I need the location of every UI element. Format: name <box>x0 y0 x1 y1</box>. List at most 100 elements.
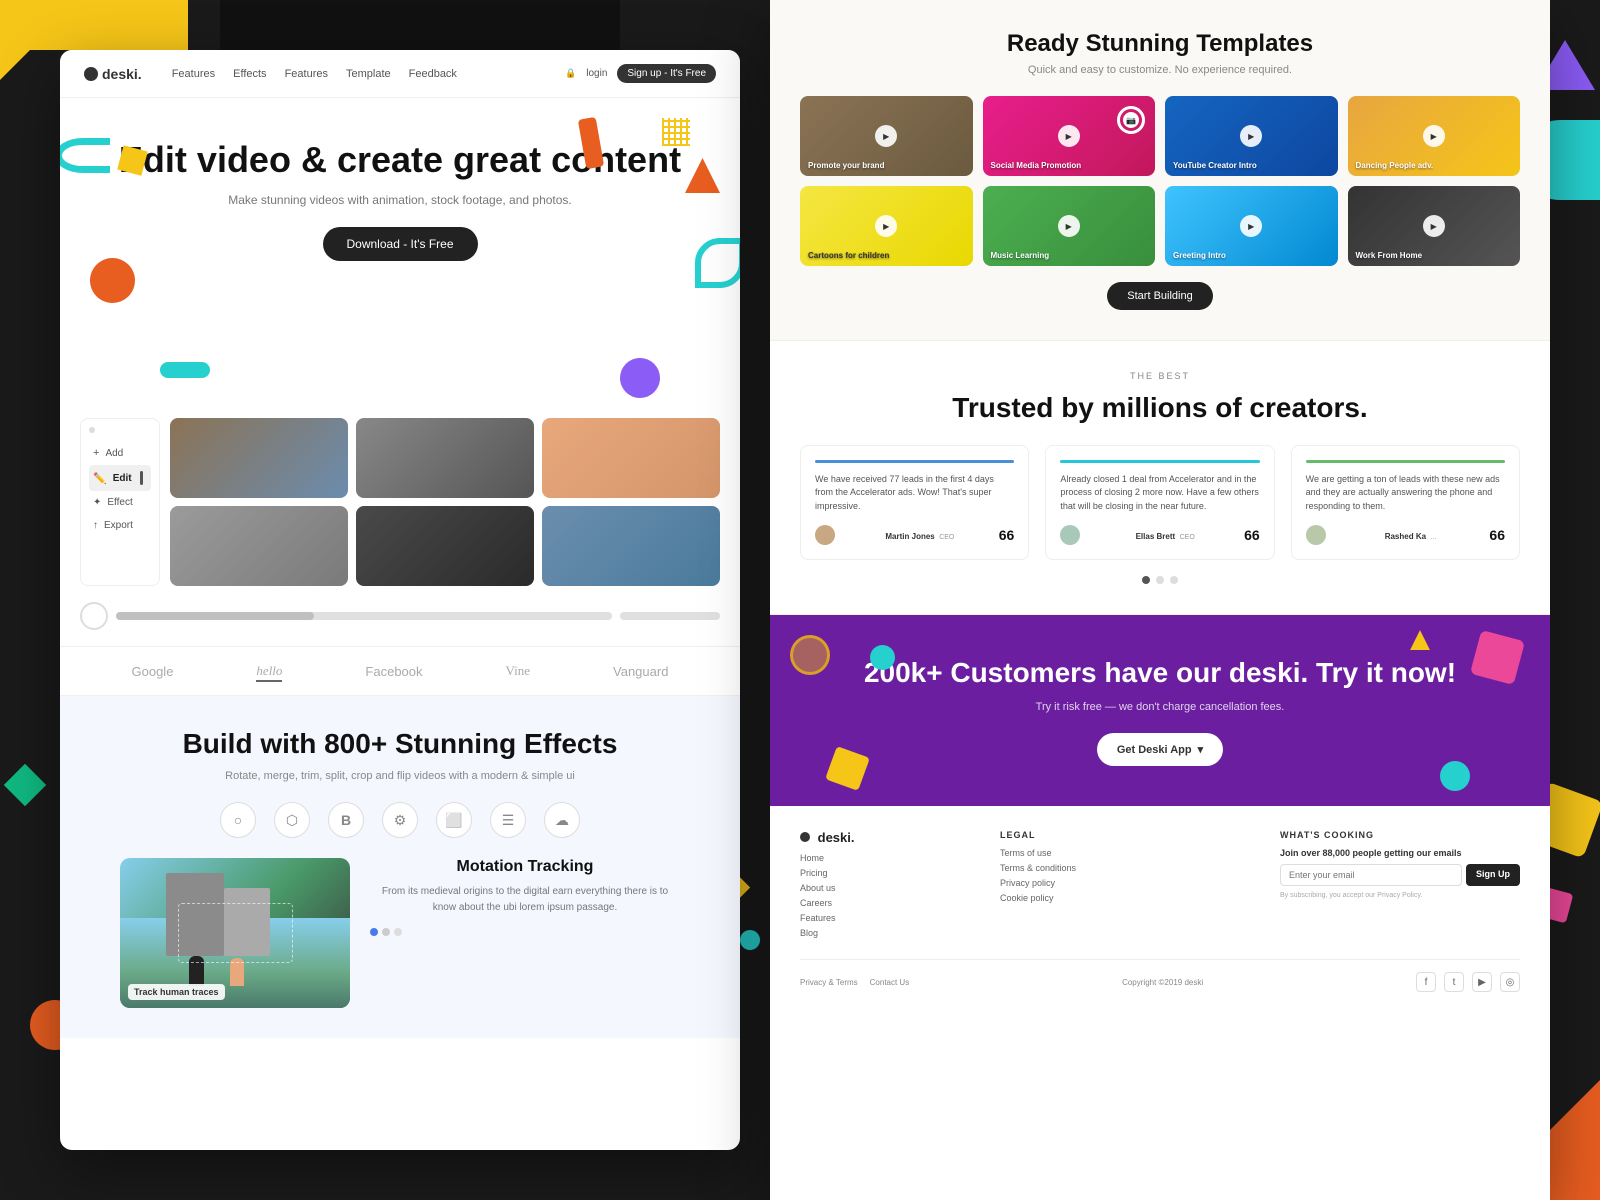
thumb-6[interactable] <box>542 506 720 586</box>
test-score-1: 66 <box>999 527 1015 543</box>
newsletter-input[interactable] <box>1280 864 1462 886</box>
hero-deco-purple <box>620 358 660 398</box>
nav-template[interactable]: Template <box>346 68 391 80</box>
footer-privacy-terms[interactable]: Privacy & Terms <box>800 978 858 987</box>
progress-fill-1 <box>116 612 314 620</box>
nav-features2[interactable]: Features <box>285 68 328 80</box>
dot-1[interactable] <box>370 928 378 936</box>
test-bar-3 <box>1306 460 1505 463</box>
template-3[interactable]: ▶ YouTube Creator Intro <box>1165 96 1338 176</box>
dot-3[interactable] <box>394 928 402 936</box>
thumb-1[interactable] <box>170 418 348 498</box>
social-yt[interactable]: ▶ <box>1472 972 1492 992</box>
social-fb[interactable]: f <box>1416 972 1436 992</box>
effect-icon-5[interactable]: ⬜ <box>436 802 472 838</box>
test-suffix-1: CEO <box>939 534 954 541</box>
nav-features[interactable]: Features <box>172 68 215 80</box>
template-2[interactable]: 📷 ▶ Social Media Promotion <box>983 96 1156 176</box>
template-6[interactable]: ▶ Music Learning <box>983 186 1156 266</box>
brand-google: Google <box>132 664 174 679</box>
template-5[interactable]: ▶ Cartoons for children <box>800 186 973 266</box>
editor-canvas <box>170 418 720 586</box>
template-4[interactable]: ▶ Dancing People adv. <box>1348 96 1521 176</box>
footer-contact[interactable]: Contact Us <box>870 978 910 987</box>
footer-terms-cond[interactable]: Terms & conditions <box>1000 863 1120 873</box>
template-1[interactable]: ▶ Promote your brand <box>800 96 973 176</box>
footer-grid: deski. Home Pricing About us Careers Fea… <box>800 830 1520 943</box>
footer-cookie[interactable]: Cookie policy <box>1000 893 1120 903</box>
play-btn-4[interactable]: ▶ <box>1423 125 1445 147</box>
nav-effects[interactable]: Effects <box>233 68 266 80</box>
play-btn-1[interactable]: ▶ <box>875 125 897 147</box>
cta-deco-5 <box>1440 761 1470 791</box>
sidebar-export[interactable]: ↑ Export <box>89 514 151 537</box>
progress-area <box>80 602 720 630</box>
page-dot-3[interactable] <box>1170 576 1178 584</box>
footer-blog[interactable]: Blog <box>800 928 980 938</box>
progress-circle <box>80 602 108 630</box>
footer-privacy[interactable]: Privacy policy <box>1000 878 1120 888</box>
test-footer-2: Ellas Brett CEO 66 <box>1060 525 1259 545</box>
test-name-1: Martin Jones <box>885 532 934 541</box>
play-btn-7[interactable]: ▶ <box>1240 215 1262 237</box>
footer-home[interactable]: Home <box>800 853 980 863</box>
right-panel: Ready Stunning Templates Quick and easy … <box>770 0 1550 1200</box>
footer-features[interactable]: Features <box>800 913 980 923</box>
sidebar-add[interactable]: + Add <box>89 441 151 465</box>
nav-feedback[interactable]: Feedback <box>409 68 457 80</box>
thumb-2[interactable] <box>356 418 534 498</box>
template-7[interactable]: ▶ Greeting Intro <box>1165 186 1338 266</box>
logo-text: deski. <box>102 66 142 82</box>
template-8[interactable]: ▶ Work From Home <box>1348 186 1521 266</box>
cta-btn[interactable]: Get Deski App ▾ <box>1097 733 1223 766</box>
motion-pagination <box>370 928 680 936</box>
play-btn-3[interactable]: ▶ <box>1240 125 1262 147</box>
social-tw[interactable]: t <box>1444 972 1464 992</box>
tc-label-7: Greeting Intro <box>1173 251 1226 260</box>
hero-cta-btn[interactable]: Download - It's Free <box>323 227 478 261</box>
footer-terms-use[interactable]: Terms of use <box>1000 848 1120 858</box>
templates-start-btn[interactable]: Start Building <box>1107 282 1212 310</box>
footer-careers[interactable]: Careers <box>800 898 980 908</box>
tc-label-3: YouTube Creator Intro <box>1173 161 1257 170</box>
newsletter-submit-btn[interactable]: Sign Up <box>1466 864 1520 886</box>
sidebar-effect[interactable]: ✦ Effect <box>89 491 151 514</box>
effect-icon-2[interactable]: ⬡ <box>274 802 310 838</box>
play-btn-6[interactable]: ▶ <box>1058 215 1080 237</box>
nav-right: 🔒 login Sign up - It's Free <box>565 64 716 83</box>
thumb-5[interactable] <box>356 506 534 586</box>
page-dot-1[interactable] <box>1142 576 1150 584</box>
test-score-3: 66 <box>1489 527 1505 543</box>
dot-2[interactable] <box>382 928 390 936</box>
motion-text: Motation Tracking From its medieval orig… <box>370 858 680 1008</box>
thumb-4[interactable] <box>170 506 348 586</box>
editor-mockup: + Add ✏️ Edit ✦ Effect ↑ Export <box>80 418 720 586</box>
test-name-3: Rashed Ka <box>1385 532 1426 541</box>
trusted-title: Trusted by millions of creators. <box>800 391 1520 425</box>
effect-icon-7[interactable]: ☁ <box>544 802 580 838</box>
cta-deco-2 <box>825 747 870 792</box>
effect-icon-1[interactable]: ○ <box>220 802 256 838</box>
effect-icon-3[interactable]: B <box>328 802 364 838</box>
hero-deco-teal2 <box>695 238 740 288</box>
progress-bar-1 <box>116 612 612 620</box>
motion-section: Track human traces Motation Tracking Fro… <box>90 858 710 1008</box>
cta-section: 200k+ Customers have our deski. Try it n… <box>770 615 1550 806</box>
effect-icon-6[interactable]: ☰ <box>490 802 526 838</box>
footer-col-empty <box>1140 830 1260 943</box>
play-btn-8[interactable]: ▶ <box>1423 215 1445 237</box>
play-btn-5[interactable]: ▶ <box>875 215 897 237</box>
footer-col-brand: deski. Home Pricing About us Careers Fea… <box>800 830 980 943</box>
thumb-3[interactable] <box>542 418 720 498</box>
footer-pricing[interactable]: Pricing <box>800 868 980 878</box>
play-btn-2[interactable]: ▶ <box>1058 125 1080 147</box>
sidebar-edit[interactable]: ✏️ Edit <box>89 465 151 491</box>
nav-signup-btn[interactable]: Sign up - It's Free <box>617 64 716 83</box>
cta-deco-6 <box>1410 630 1430 650</box>
nav-login[interactable]: login <box>586 68 607 79</box>
effect-icon-4[interactable]: ⚙ <box>382 802 418 838</box>
page-dot-2[interactable] <box>1156 576 1164 584</box>
footer-about[interactable]: About us <box>800 883 980 893</box>
editor-sidebar: + Add ✏️ Edit ✦ Effect ↑ Export <box>80 418 160 586</box>
social-ig[interactable]: ◎ <box>1500 972 1520 992</box>
